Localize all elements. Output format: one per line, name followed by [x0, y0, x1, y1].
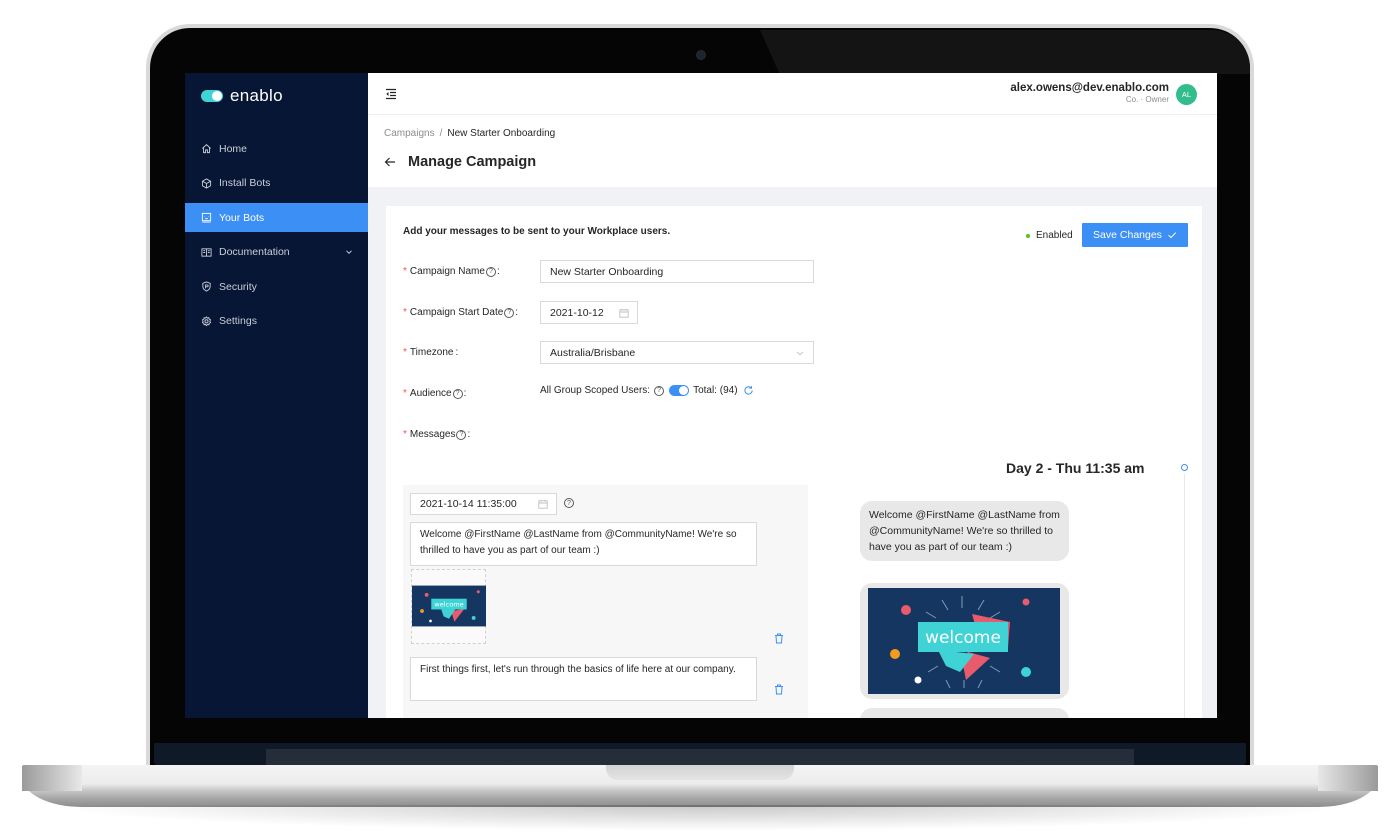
required-mark: * — [403, 429, 407, 440]
audience-total: Total: (94) — [693, 385, 738, 396]
help-icon[interactable]: ? — [485, 266, 496, 277]
chevron-down-icon — [796, 350, 804, 355]
welcome-image: welcome — [868, 588, 1060, 694]
svg-text:welcome: welcome — [434, 600, 463, 608]
save-changes-label: Save Changes — [1093, 229, 1162, 241]
timezone-label: * Timezone : — [403, 347, 458, 358]
message-datetime-input[interactable]: 2021-10-14 11:35:00 — [410, 493, 557, 515]
help-icon[interactable]: ? — [654, 385, 665, 396]
label-colon: : — [463, 388, 467, 399]
start-date-label: * Campaign Start Date ? : — [403, 307, 518, 318]
campaign-name-value: New Starter Onboarding — [550, 265, 664, 278]
label-colon: : — [496, 266, 500, 277]
message-text-input-2[interactable]: First things first, let's run through th… — [410, 657, 757, 701]
required-mark: * — [403, 388, 407, 399]
message-editor-panel: 2021-10-14 11:35:00 ? Welcome @FirstName… — [403, 485, 808, 718]
label-colon: : — [467, 429, 471, 440]
help-icon[interactable]: ? — [452, 388, 463, 399]
status-badge: Enabled — [1026, 230, 1073, 241]
help-icon[interactable]: ? — [564, 498, 574, 508]
preview-bubble-image: welcome — [860, 583, 1069, 699]
label-text: Campaign Start Date — [409, 307, 504, 318]
welcome-image-thumbnail: welcome — [412, 585, 486, 627]
base-right-edge — [1318, 765, 1378, 791]
calendar-icon — [538, 499, 548, 509]
timeline-dot-icon — [1181, 464, 1188, 471]
required-mark: * — [403, 307, 407, 318]
start-date-input[interactable]: 2021-10-12 — [540, 301, 638, 324]
label-text: Audience — [409, 388, 452, 399]
timezone-value: Australia/Brisbane — [550, 346, 636, 359]
delete-icon[interactable] — [774, 684, 784, 695]
messages-label: * Messages ? : — [403, 429, 470, 440]
preview-bubble-text-2 — [860, 708, 1069, 718]
message-datetime-value: 2021-10-14 11:35:00 — [420, 498, 517, 510]
start-date-value: 2021-10-12 — [550, 306, 604, 319]
audience-control: All Group Scoped Users: ? Total: (94) — [540, 385, 754, 396]
audience-toggle[interactable] — [669, 385, 690, 396]
laptop-hinge — [154, 743, 1246, 767]
label-text: Messages — [409, 429, 456, 440]
preview-bubble-text: Welcome @FirstName @LastName from @Commu… — [860, 501, 1069, 561]
timeline-line — [1184, 474, 1185, 718]
label-text: Timezone — [409, 347, 454, 358]
label-text: Campaign Name — [409, 266, 485, 277]
preview-day-heading: Day 2 - Thu 11:35 am — [1006, 460, 1145, 476]
reload-icon[interactable] — [743, 385, 754, 396]
timezone-select[interactable]: Australia/Brisbane — [540, 341, 814, 364]
base-left-edge — [22, 765, 82, 791]
laptop-shadow — [40, 805, 1360, 831]
bezel-reflection — [760, 30, 1250, 74]
help-icon[interactable]: ? — [456, 429, 467, 440]
laptop-notch — [606, 765, 794, 780]
label-colon: : — [455, 347, 459, 358]
campaign-name-label: * Campaign Name ? : — [403, 266, 500, 277]
check-icon — [1168, 232, 1177, 239]
audience-text: All Group Scoped Users: — [540, 385, 651, 396]
welcome-image-text: welcome — [925, 628, 1001, 648]
webcam-icon — [697, 51, 705, 59]
status-label: Enabled — [1036, 230, 1073, 241]
card-description: Add your messages to be sent to your Wor… — [403, 226, 671, 237]
audience-label: * Audience ? : — [403, 388, 466, 399]
delete-icon[interactable] — [774, 633, 784, 644]
campaign-card: Add your messages to be sent to your Wor… — [386, 206, 1202, 718]
required-mark: * — [403, 347, 407, 358]
label-colon: : — [515, 307, 519, 318]
content-area: Add your messages to be sent to your Wor… — [185, 73, 1217, 718]
calendar-icon — [619, 308, 629, 318]
campaign-name-input[interactable]: New Starter Onboarding — [540, 260, 814, 283]
help-icon[interactable]: ? — [504, 307, 515, 318]
save-changes-button[interactable]: Save Changes — [1082, 223, 1188, 247]
required-mark: * — [403, 266, 407, 277]
status-dot-icon — [1026, 233, 1030, 238]
message-text-input-1[interactable]: Welcome @FirstName @LastName from @Commu… — [410, 522, 757, 566]
preview-bubble-content: Welcome @FirstName @LastName from @Commu… — [869, 509, 1060, 553]
image-upload[interactable]: welcome — [411, 569, 486, 644]
